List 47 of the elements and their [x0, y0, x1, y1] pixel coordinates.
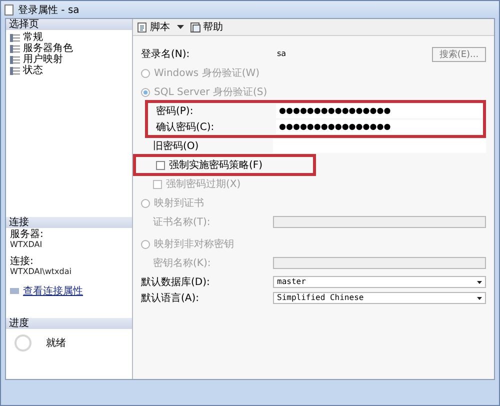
search-button[interactable]: 搜索(E)... [432, 46, 486, 62]
page-icon [10, 34, 20, 42]
field-label: 默认语言(A): [141, 292, 200, 305]
app-icon [4, 4, 14, 16]
radio-label: SQL Server 身份验证(S) [154, 86, 268, 99]
connection-value: WTXDAI\wtxdai [10, 267, 72, 276]
caret-icon [177, 25, 184, 29]
sidebar-item[interactable]: 用户映射 [10, 54, 128, 65]
field-label: 密码(P): [156, 104, 194, 118]
toolbar-button[interactable]: 帮助 [190, 20, 223, 34]
section-header: 进度 [6, 318, 132, 329]
connection-label: 连接: [10, 257, 34, 267]
progress-spinner-icon [14, 334, 32, 352]
field-label: 确认密码(C): [156, 120, 216, 134]
field-label: 默认数据库(D): [141, 276, 211, 289]
password-field[interactable] [273, 139, 486, 153]
sidebar-item[interactable]: 服务器角色 [10, 43, 128, 54]
page-icon [10, 56, 20, 64]
radio-label: 映射到证书 [154, 196, 204, 210]
checkbox-label: 强制密码过期(X) [166, 178, 241, 191]
radio-label: Windows 身份验证(W) [154, 67, 260, 80]
field-label: 证书名称(T): [153, 216, 212, 229]
server-value: WTXDAI [10, 240, 44, 249]
server-label: 服务器: [10, 230, 44, 240]
section-header: 连接 [6, 217, 132, 228]
page-icon [10, 66, 20, 74]
page-icon [10, 44, 20, 52]
section-header: 选择页 [6, 19, 132, 30]
caret-icon [477, 296, 482, 300]
view-connection-link[interactable]: 查看连接属性 [23, 284, 83, 298]
login-name-field[interactable]: sa [273, 48, 424, 60]
dropdown[interactable]: master [273, 276, 486, 288]
toolbar-button[interactable]: 脚本 [137, 20, 184, 34]
status-text: 就绪 [46, 336, 66, 350]
properties-icon [10, 287, 19, 295]
field-label: 登录名(N): [141, 48, 191, 61]
script-icon [137, 22, 148, 32]
help-icon [190, 22, 201, 32]
window-title: 登录属性 - sa [18, 4, 80, 16]
radio-label: 映射到非对称密钥 [154, 238, 234, 251]
field-label: 旧密码(O) [153, 140, 200, 153]
checkbox-label: 强制实施密码策略(F) [169, 158, 263, 172]
field-label: 密钥名称(K): [153, 256, 212, 270]
dropdown[interactable]: Simplified Chinese [273, 292, 486, 304]
sidebar-item[interactable]: 状态 [10, 65, 128, 76]
caret-icon [477, 280, 482, 284]
sidebar-item[interactable]: 常规 [10, 32, 128, 43]
